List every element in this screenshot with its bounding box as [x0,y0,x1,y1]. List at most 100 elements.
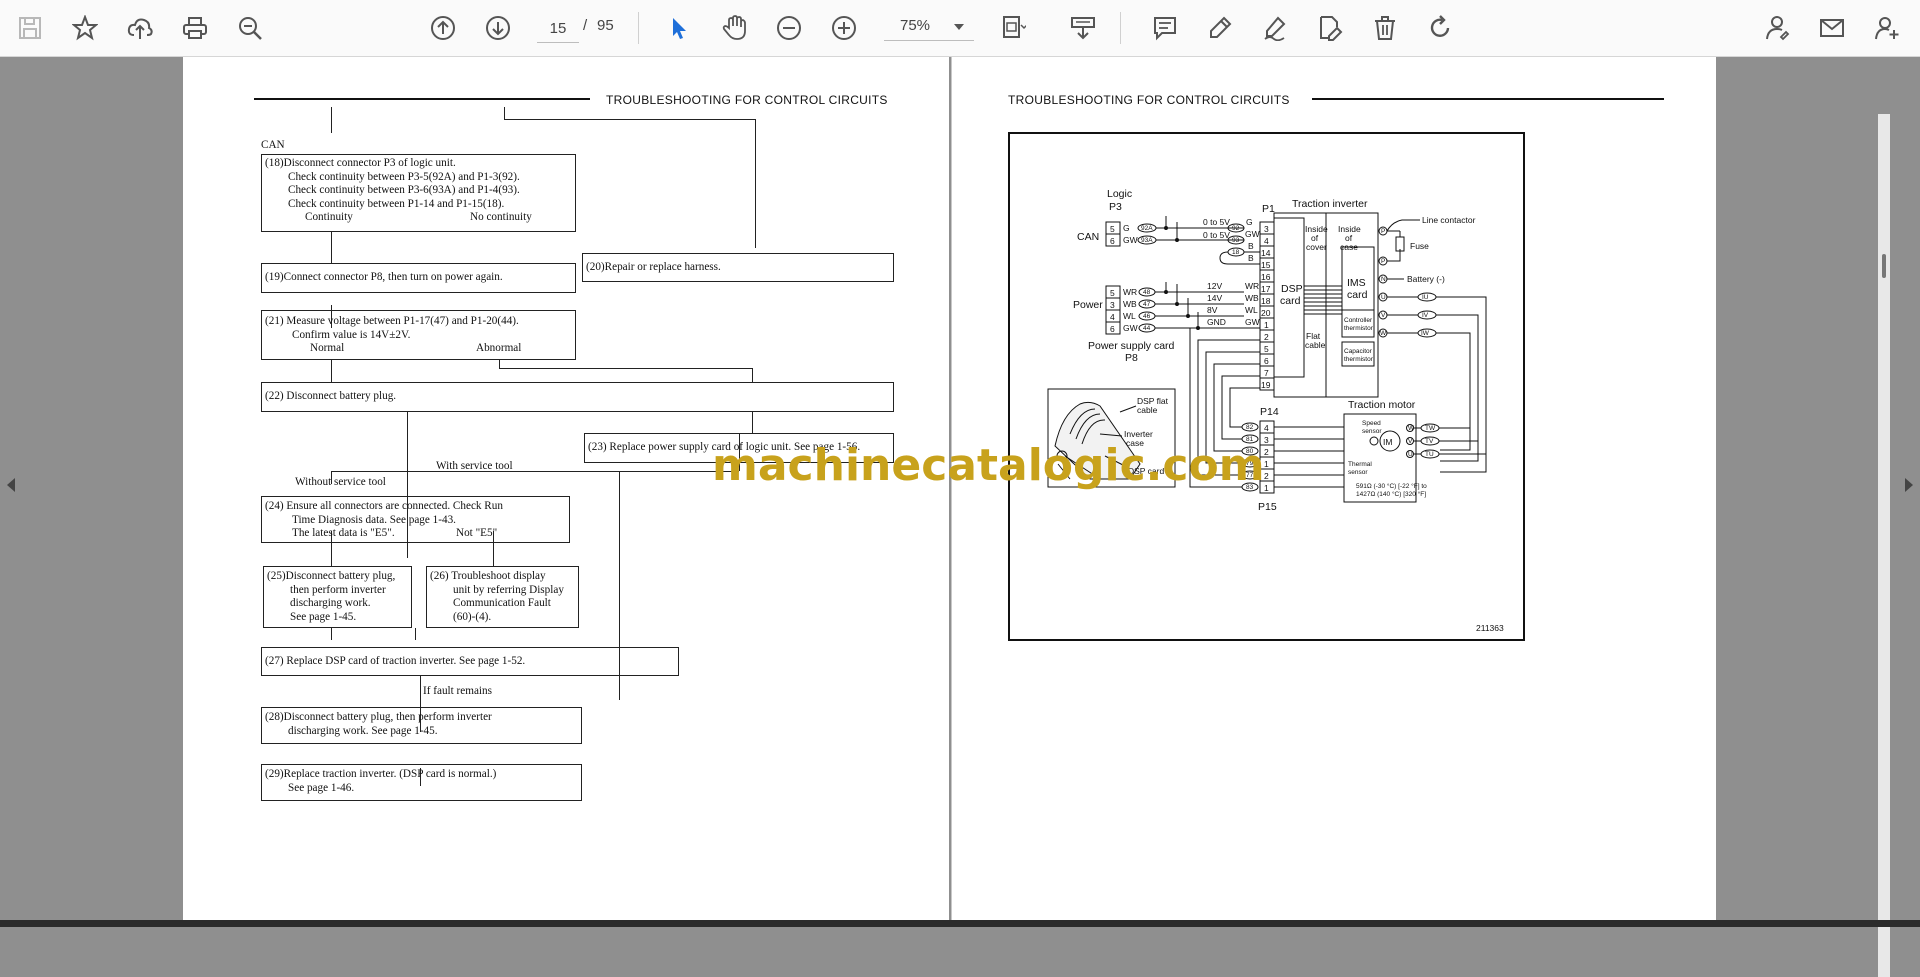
upload-icon[interactable] [124,12,156,44]
svg-text:5: 5 [1264,344,1269,354]
fuse-label: Fuse [1410,241,1429,251]
zoom-select[interactable]: 75% [884,14,974,41]
svg-text:93: 93 [1232,237,1240,244]
svg-text:IV: IV [1422,312,1429,319]
svg-text:5: 5 [1110,224,1115,234]
battery-minus-label: Battery (-) [1407,274,1445,284]
step-21-box: (21) Measure voltage between P1-17(47) a… [261,310,576,360]
svg-text:1: 1 [1264,483,1269,493]
traction-inverter-label: Traction inverter [1292,198,1368,210]
step-25-line3: discharging work. [290,597,371,609]
traction-motor-label: Traction motor [1348,399,1416,411]
step-18-line2: Check continuity between P3-5(92A) and P… [288,170,520,183]
svg-text:IMS: IMS [1347,277,1366,289]
svg-text:44: 44 [1143,325,1151,332]
scrollbar-thumb[interactable] [1882,254,1886,278]
svg-text:Speed: Speed [1362,420,1381,427]
zoom-in-icon[interactable] [828,12,860,44]
page-number-input[interactable] [537,14,579,43]
step-29-line2: See page 1-46. [288,781,355,794]
not-e5-label: Not "E5" [456,527,498,539]
step-18-box: (18)Disconnect connector P3 of logic uni… [261,154,576,232]
share-link-icon[interactable] [1761,12,1793,44]
svg-text:6: 6 [1264,356,1269,366]
step-20-box: (20)Repair or replace harness. [582,253,894,282]
bookmark-star-icon[interactable] [69,12,101,44]
step-25-line1: (25)Disconnect battery plug, [267,570,396,582]
save-icon[interactable] [14,12,46,44]
zoom-out-icon[interactable] [773,12,805,44]
svg-text:6: 6 [1110,324,1115,334]
comment-icon[interactable] [1149,12,1181,44]
page-header: TROUBLESHOOTING FOR CONTROL CIRCUITS [606,93,888,107]
svg-text:GW: GW [1123,323,1138,333]
svg-text:48: 48 [1143,289,1151,296]
step-25-box: (25)Disconnect battery plug, then perfor… [263,566,412,628]
svg-text:19: 19 [1261,380,1271,390]
normal-label: Normal [310,342,345,354]
logic-label: Logic [1107,188,1132,200]
svg-text:B: B [1248,253,1254,263]
svg-text:3: 3 [1110,300,1115,310]
scroll-mode-icon[interactable] [1067,12,1099,44]
svg-text:WL: WL [1245,305,1258,315]
step-29-line1: (29)Replace traction inverter. (DSP card… [265,768,497,780]
svg-text:WR: WR [1245,281,1259,291]
wiring-diagram: Logic P3 CAN 5 6 G GW 92A 93A 0 to 5V 0 … [1008,132,1525,641]
svg-text:sensor: sensor [1362,428,1382,435]
step-28-box: (28)Disconnect battery plug, then perfor… [261,707,582,744]
svg-text:6: 6 [1110,236,1115,246]
svg-text:thermistor: thermistor [1344,356,1374,363]
step-24-box: (24) Ensure all connectors are connected… [261,496,570,543]
svg-text:0 to 5V: 0 to 5V [1203,217,1230,227]
step-19-box: (19)Connect connector P8, then turn on p… [261,263,576,293]
can-label: CAN [261,139,285,151]
step-18-line1: (18)Disconnect connector P3 of logic uni… [265,157,456,169]
svg-text:15: 15 [1261,260,1271,270]
svg-text:Thermal: Thermal [1348,461,1372,468]
svg-text:14V: 14V [1207,293,1222,303]
step-18-line4: Check continuity between P1-14 and P1-15… [288,197,505,210]
hand-tool-icon[interactable] [718,12,750,44]
svg-text:W: W [1380,330,1387,337]
svg-text:3: 3 [1264,435,1269,445]
vertical-scrollbar[interactable] [1878,114,1890,977]
without-service-tool-label: Without service tool [295,476,386,488]
print-icon[interactable] [179,12,211,44]
select-cursor-icon[interactable] [663,12,695,44]
p14-label: P14 [1260,406,1279,418]
rotate-icon[interactable] [1424,12,1456,44]
add-user-icon[interactable] [1871,12,1903,44]
svg-text:sensor: sensor [1348,469,1368,476]
continuity-label: Continuity [305,211,353,223]
svg-text:GND: GND [1207,317,1226,327]
with-service-tool-label: With service tool [436,460,513,472]
edit-text-icon[interactable] [1314,12,1346,44]
step-25-line2: then perform inverter [290,583,386,596]
delete-icon[interactable] [1369,12,1401,44]
page-down-icon[interactable] [482,12,514,44]
svg-text:card: card [1280,295,1301,307]
highlight-pen-icon[interactable] [1204,12,1236,44]
step-18-line3: Check continuity between P3-6(93A) and P… [288,184,520,196]
toolbar: / 95 75% [0,0,1920,57]
next-page-arrow-icon[interactable] [1905,478,1913,492]
fit-page-icon[interactable] [997,12,1029,44]
page-total: 95 [597,17,614,34]
zoom-out-search-icon[interactable] [234,12,266,44]
svg-text:2: 2 [1264,471,1269,481]
page-up-icon[interactable] [427,12,459,44]
svg-text:U: U [1408,451,1413,458]
svg-text:46: 46 [1143,313,1151,320]
svg-text:1: 1 [1264,459,1269,469]
power-label: Power [1073,299,1103,311]
email-icon[interactable] [1816,12,1848,44]
svg-text:591Ω (-30 °C) [-22 °F] to: 591Ω (-30 °C) [-22 °F] to [1356,482,1427,490]
draw-icon[interactable] [1259,12,1291,44]
svg-text:16: 16 [1261,272,1271,282]
svg-text:2: 2 [1264,447,1269,457]
chevron-down-icon [954,24,964,30]
p8-label: P8 [1125,352,1138,364]
previous-page-arrow-icon[interactable] [7,478,15,492]
svg-text:18: 18 [1232,249,1240,256]
